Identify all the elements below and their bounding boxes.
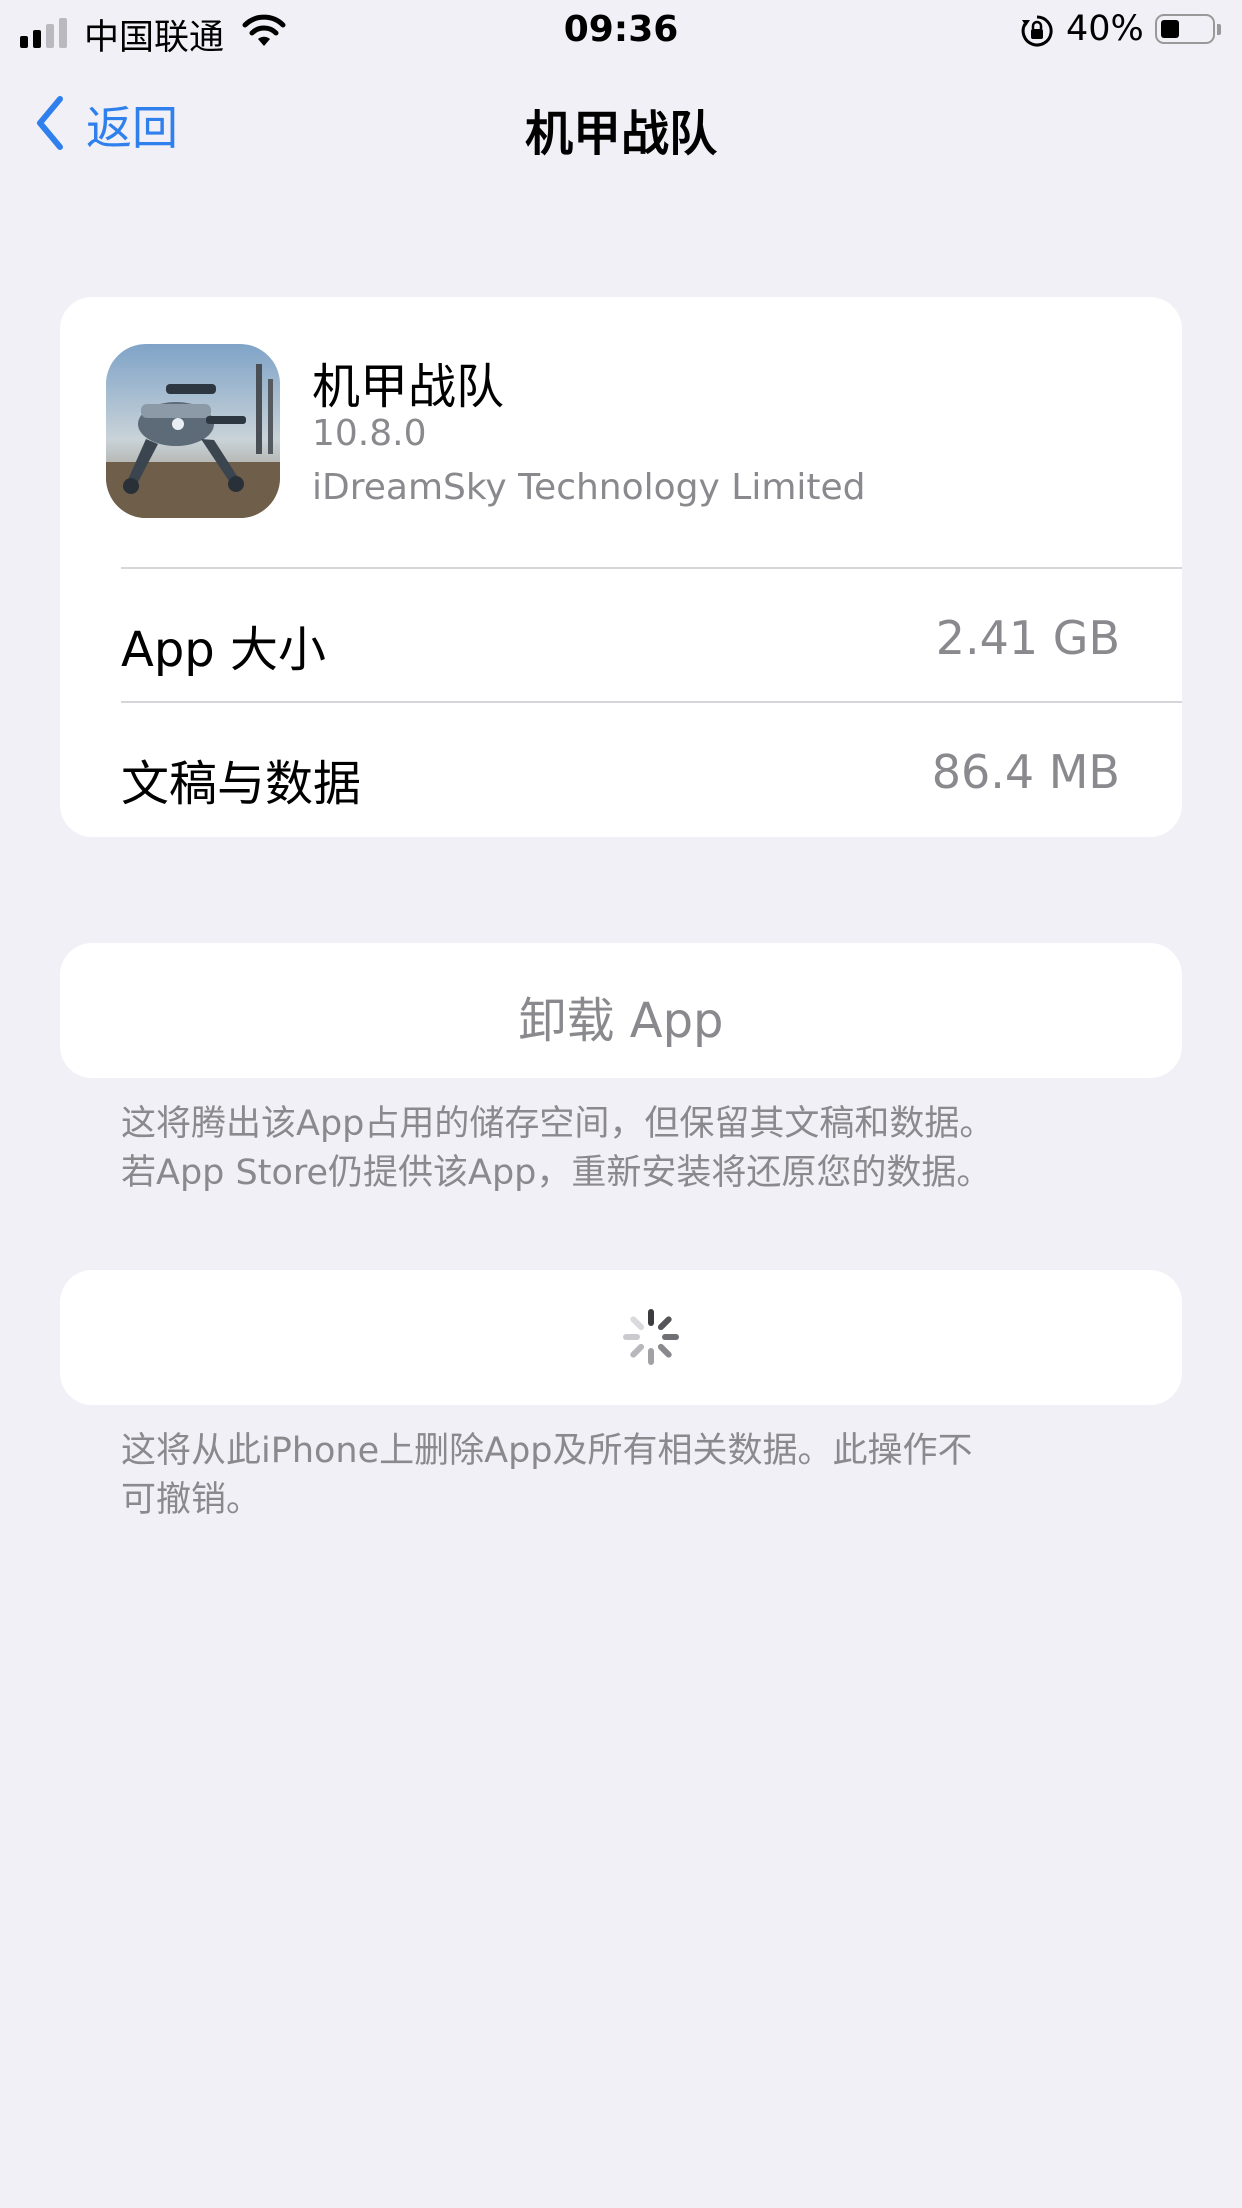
- battery-percentage: 40%: [1066, 9, 1144, 49]
- app-name: 机甲战队: [312, 359, 505, 415]
- status-bar: 中国联通 09:36 40%: [0, 0, 1242, 62]
- delete-footnote: 这将从此iPhone上删除App及所有相关数据。此操作不 可撤销。: [121, 1427, 1121, 1525]
- offload-footnote: 这将腾出该App占用的储存空间，但保留其文稿和数据。 若App Store仍提供…: [121, 1100, 1121, 1198]
- delete-footnote-line: 可撤销。: [121, 1480, 262, 1520]
- app-size-value: 2.41 GB: [935, 611, 1120, 665]
- delete-app-button[interactable]: [60, 1270, 1182, 1405]
- loading-spinner-icon: [621, 1307, 681, 1371]
- app-developer: iDreamSky Technology Limited: [312, 467, 866, 508]
- divider: [121, 701, 1182, 703]
- offload-app-button[interactable]: 卸载 App: [60, 943, 1182, 1078]
- page-title: 机甲战队: [524, 106, 717, 162]
- offload-footnote-line: 若App Store仍提供该App，重新安装将还原您的数据。: [121, 1153, 992, 1193]
- delete-footnote-line: 这将从此iPhone上删除App及所有相关数据。此操作不: [121, 1431, 973, 1471]
- offload-app-label: 卸载 App: [518, 993, 724, 1049]
- app-icon: [106, 344, 280, 518]
- navigation-bar: 返回 机甲战队: [0, 62, 1242, 192]
- orientation-lock-icon: [1020, 14, 1054, 52]
- battery-icon: [1155, 14, 1221, 44]
- documents-data-label: 文稿与数据: [121, 756, 362, 812]
- divider: [121, 567, 1182, 569]
- status-time: 09:36: [563, 9, 679, 50]
- app-version: 10.8.0: [312, 413, 427, 454]
- documents-data-value: 86.4 MB: [931, 745, 1120, 799]
- app-info-card: 机甲战队 10.8.0 iDreamSky Technology Limited…: [60, 297, 1182, 837]
- offload-footnote-line: 这将腾出该App占用的储存空间，但保留其文稿和数据。: [121, 1104, 995, 1144]
- app-size-label: App 大小: [121, 622, 327, 678]
